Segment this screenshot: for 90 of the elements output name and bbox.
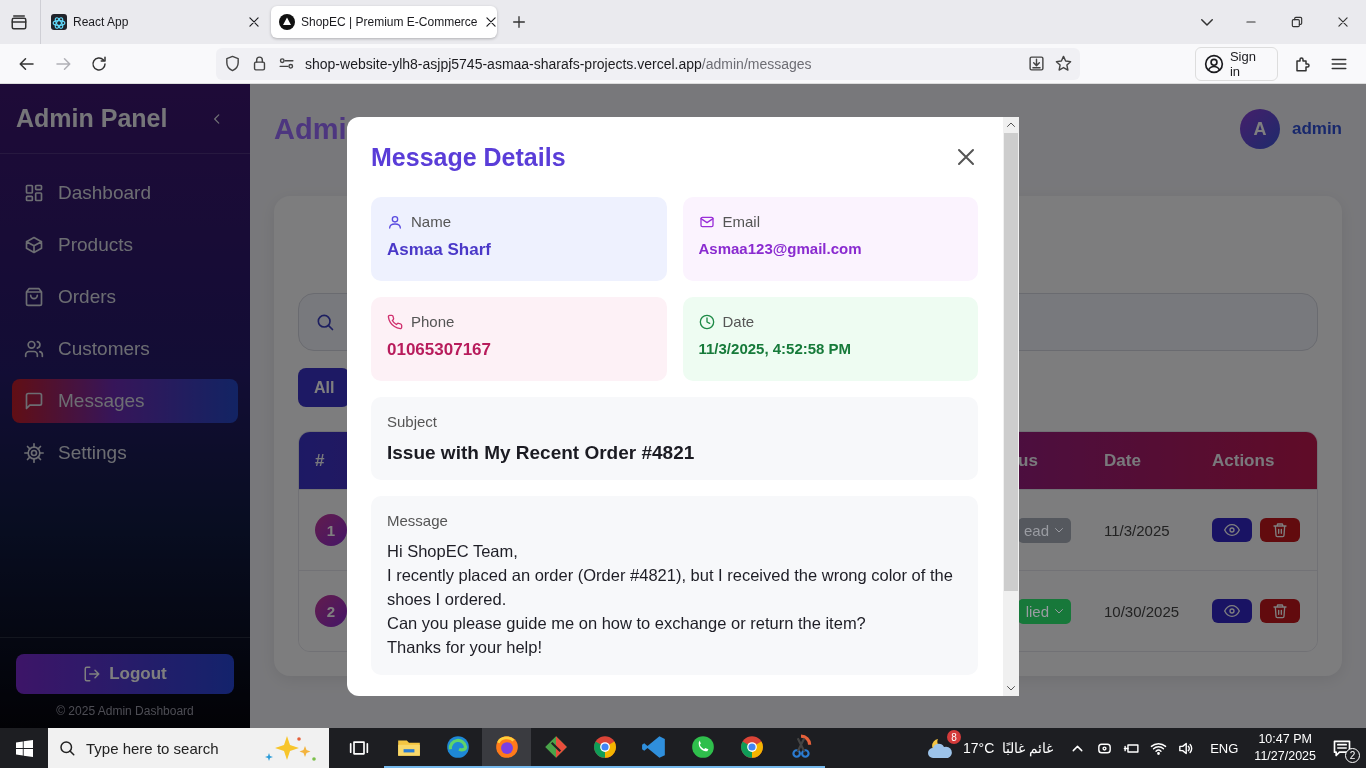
taskbar-app-icon[interactable]: [482, 728, 531, 768]
trash-icon: [1272, 603, 1288, 619]
column-header: us: [1018, 450, 1039, 471]
field-value: Asmaa Sharf: [387, 240, 492, 260]
sidebar-item[interactable]: Settings: [12, 431, 238, 475]
page-title: Admi: [274, 112, 347, 146]
table-cell-text: 10/30/2025: [1103, 602, 1181, 620]
sliders-icon: [278, 55, 295, 72]
chat-icon: [24, 391, 44, 411]
eye-icon: [1224, 603, 1240, 619]
weather-text: غائم غالبًا: [1002, 740, 1054, 756]
close-icon[interactable]: [483, 15, 498, 29]
temperature-text: 17°C: [963, 740, 995, 756]
view-button[interactable]: [1212, 599, 1252, 623]
language-indicator[interactable]: ENG: [1210, 740, 1239, 756]
message-line: Thanks for your help!: [387, 637, 543, 658]
delete-button[interactable]: [1260, 518, 1300, 542]
column-header: Actions: [1211, 450, 1276, 471]
sidebar-item[interactable]: Dashboard: [12, 171, 238, 215]
message-line: Hi ShopEC Team,: [387, 541, 519, 562]
bag-icon: [24, 287, 44, 307]
clock-date[interactable]: 11/27/2025: [1254, 748, 1316, 765]
field-label: Subject: [387, 413, 439, 430]
phone-icon: [387, 313, 403, 330]
field-label: Date: [722, 313, 755, 330]
view-button[interactable]: [1212, 518, 1252, 542]
notification-badge: 8: [947, 730, 961, 744]
field-label: Email: [722, 213, 760, 230]
sidebar-item[interactable]: Customers: [12, 327, 238, 371]
delete-button[interactable]: [1260, 599, 1300, 623]
trash-icon: [1272, 522, 1288, 538]
settings-icon: [24, 443, 44, 463]
field-value: Asmaa123@gmail.com: [698, 240, 863, 257]
sidebar-item[interactable]: Orders: [12, 275, 238, 319]
row-number: 2: [315, 595, 347, 627]
plus-icon[interactable]: [511, 14, 527, 30]
sidebar-item[interactable]: Products: [12, 223, 238, 267]
notification-icon[interactable]: [1332, 738, 1352, 758]
grid-icon: [24, 183, 44, 203]
field-label: Name: [411, 213, 451, 230]
browser-tab[interactable]: ShopEC | Premium E-Commerce: [271, 6, 497, 38]
box-icon: [24, 235, 44, 255]
row-number: 1: [315, 514, 347, 546]
shield-icon: [224, 55, 241, 72]
panel-title: Admin Panel: [16, 104, 168, 133]
close-icon[interactable]: [247, 15, 261, 29]
user-name[interactable]: admin: [1291, 119, 1342, 139]
notification-count: 2: [1345, 748, 1360, 763]
status-dropdown[interactable]: lied: [1018, 598, 1071, 624]
browser-tab[interactable]: React App: [43, 6, 269, 38]
close-icon[interactable]: [1336, 15, 1350, 29]
atom-icon: [51, 14, 67, 30]
restore-icon[interactable]: [1290, 15, 1304, 29]
field-label: Message: [387, 512, 449, 529]
search-icon: [315, 312, 335, 332]
clock-icon: [698, 313, 715, 330]
message-line: Can you please guide me on how to exchange or return the item?: [387, 613, 867, 634]
download-icon[interactable]: [1027, 55, 1045, 72]
column-header: Date: [1103, 450, 1142, 471]
taskbar-search-field[interactable]: Type here to search: [48, 728, 329, 768]
column-header: #: [314, 450, 326, 471]
avatar[interactable]: A: [1239, 109, 1280, 149]
users-icon: [24, 339, 44, 359]
message-line: I recently placed an order (Order #4821), but I received the wrong color of the shoes I ordered.: [387, 565, 954, 610]
copyright-text: © 2025 Admin Dashboard: [56, 704, 194, 718]
field-value: 01065307167: [387, 340, 492, 360]
star-icon[interactable]: [1054, 55, 1072, 72]
search-icon: [58, 739, 76, 757]
lock-icon: [251, 55, 268, 72]
address-bar[interactable]: shop-website-ylh8-asjpj5745-asmaa-sharafs-projects.vercel.app/admin/messages: [216, 47, 1080, 80]
field-value: 11/3/2025, 4:52:58 PM: [698, 340, 853, 357]
task-view-icon[interactable]: [349, 738, 369, 758]
user-icon: [387, 213, 403, 230]
sidebar-item[interactable]: Messages: [12, 379, 238, 423]
status-dropdown[interactable]: ead: [1018, 517, 1071, 543]
logout-button[interactable]: Logout: [16, 654, 234, 694]
scrollbar[interactable]: [1003, 117, 1019, 696]
extensions-icon[interactable]: [1294, 54, 1312, 73]
eye-icon: [1224, 522, 1240, 538]
url-text[interactable]: shop-website-ylh8-asjpj5745-asmaa-sharafs-projects.vercel.app/admin/messages: [305, 55, 812, 72]
tab-list-icon[interactable]: [10, 13, 28, 31]
account-icon: [1203, 53, 1224, 74]
subject-text: Issue with My Recent Order #4821: [387, 442, 696, 464]
dialog-title: Message Details: [371, 142, 566, 172]
field-label: Phone: [411, 313, 455, 330]
reload-icon[interactable]: [90, 54, 108, 73]
sign-in-button[interactable]: Sign in: [1194, 46, 1278, 81]
clock-time[interactable]: 10:47 PM: [1258, 731, 1312, 748]
logout-icon: [83, 665, 102, 683]
table-cell-text: 11/3/2025: [1103, 521, 1171, 539]
